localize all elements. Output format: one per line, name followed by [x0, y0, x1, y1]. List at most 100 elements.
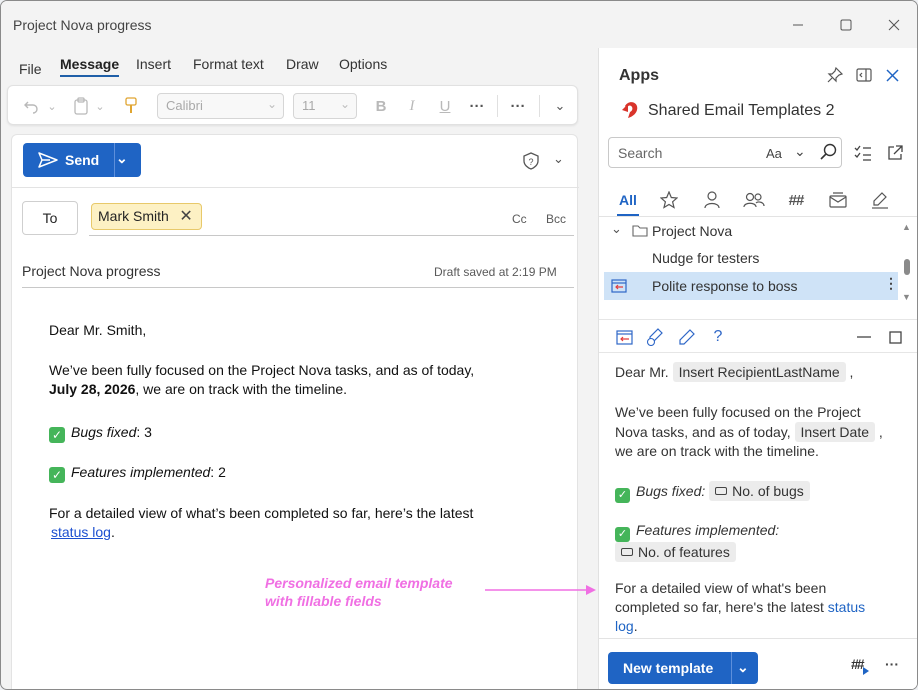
search-button[interactable] [820, 143, 838, 164]
tab-email-templates[interactable] [825, 187, 851, 213]
send-divider [114, 143, 115, 177]
new-template-divider [731, 652, 732, 684]
search-icon [820, 143, 837, 160]
new-template-label: New template [623, 660, 714, 676]
pencil-icon [679, 329, 695, 345]
tab-favorites[interactable] [656, 187, 682, 213]
subject-underline [22, 287, 574, 288]
share-template-button[interactable] [644, 326, 666, 348]
undo-button[interactable] [18, 94, 44, 118]
underline-button[interactable]: U [434, 94, 456, 118]
sensitivity-button[interactable]: ? [522, 152, 544, 172]
envelope-icon [829, 192, 847, 208]
match-case-button[interactable]: Aa [766, 146, 782, 161]
more-vertical-icon[interactable]: ⋮ [884, 275, 898, 292]
new-template-button[interactable]: New template ⌄ [608, 652, 758, 684]
send-label: Send [65, 152, 100, 168]
font-size-select[interactable]: 11 ⌄ [293, 93, 357, 119]
tab-shared[interactable] [741, 187, 767, 213]
more-options-icon[interactable]: ··· [885, 656, 899, 672]
collapse-preview-button[interactable] [853, 326, 875, 348]
field-no-of-bugs-label: No. of bugs [732, 483, 804, 499]
dock-button[interactable] [853, 64, 875, 86]
more-options-button[interactable]: ··· [507, 94, 529, 118]
template-list-scrollbar[interactable]: ▲ ▼ [901, 222, 913, 308]
open-external-button[interactable] [884, 142, 906, 164]
to-underline [89, 235, 574, 236]
sensitivity-dropdown-icon[interactable]: ⌄ [553, 151, 564, 167]
cc-button[interactable]: Cc [512, 212, 527, 226]
format-painter-button[interactable] [120, 94, 142, 118]
menu-format-text[interactable]: Format text [193, 56, 264, 72]
expand-preview-button[interactable] [884, 326, 906, 348]
paste-button[interactable] [70, 94, 92, 118]
menu-insert[interactable]: Insert [136, 56, 171, 72]
help-icon[interactable]: ? [707, 326, 729, 348]
scroll-thumb[interactable] [904, 259, 910, 275]
field-recipient-lastname[interactable]: Insert RecipientLastName [672, 362, 846, 382]
italic-button[interactable]: I [401, 94, 423, 118]
fillable-fields-button[interactable]: ## [851, 656, 871, 678]
star-icon [660, 191, 678, 209]
menu-draw[interactable]: Draw [286, 56, 319, 72]
pen-globe-icon [646, 328, 663, 346]
menu-message[interactable]: Message [60, 56, 120, 77]
addin-name: Shared Email Templates 2 [648, 102, 835, 119]
chevron-down-icon[interactable]: ⌄ [116, 150, 128, 167]
scroll-down-icon[interactable]: ▼ [902, 292, 911, 302]
template-item-selected[interactable]: Polite response to boss ⋮ [604, 272, 898, 300]
status-log-link[interactable]: status log [51, 524, 111, 540]
close-window-button[interactable] [882, 13, 906, 37]
tab-fields-icon[interactable]: ## [783, 187, 809, 213]
subject-field[interactable]: Project Nova progress [22, 263, 161, 279]
tab-signatures[interactable] [867, 187, 893, 213]
signature-pen-icon [872, 192, 888, 209]
maximize-button[interactable] [834, 13, 858, 37]
draft-status: Draft saved at 2:19 PM [434, 265, 557, 279]
pin-button[interactable] [824, 64, 846, 86]
close-panel-button[interactable] [881, 64, 903, 86]
paste-dropdown-icon[interactable]: ⌄ [94, 94, 106, 118]
preview-log-link[interactable]: log [615, 618, 634, 634]
send-button[interactable]: Send ⌄ [23, 143, 141, 177]
edit-template-button[interactable] [676, 326, 698, 348]
insert-template-button[interactable] [613, 326, 635, 348]
email-paragraph-2: For a detailed view of what’s been compl… [49, 504, 519, 542]
search-options-chevron-icon[interactable]: ⌄ [794, 143, 806, 160]
more-format-button[interactable]: ··· [466, 94, 488, 118]
menu-options[interactable]: Options [339, 56, 387, 72]
select-mode-button[interactable] [852, 142, 874, 164]
remove-recipient-icon[interactable]: ✕ [179, 206, 192, 226]
font-family-select[interactable]: Calibri ⌄ [157, 93, 284, 119]
close-icon [888, 19, 900, 31]
pin-icon [827, 67, 843, 83]
template-item[interactable]: Nudge for testers [604, 244, 898, 272]
field-no-of-features[interactable]: No. of features [615, 542, 736, 562]
field-insert-date[interactable]: Insert Date [794, 422, 875, 442]
checkmark-icon: ✓ [615, 527, 630, 542]
menu-file[interactable]: File [19, 61, 42, 77]
recipient-chip[interactable]: Mark Smith ✕ [91, 203, 202, 230]
preview-status-link[interactable]: status [828, 599, 865, 615]
preview-paragraph-1: We’ve been fully focused on the Project … [615, 403, 895, 461]
template-search[interactable]: Search Aa ⌄ [608, 137, 842, 168]
chevron-down-icon[interactable]: ⌄ [737, 659, 749, 676]
tab-my-templates[interactable] [699, 187, 725, 213]
tab-all[interactable]: All [615, 187, 641, 216]
folder-row[interactable]: ⌄ Project Nova [604, 217, 898, 245]
title-bar: Project Nova progress [1, 1, 917, 49]
undo-dropdown-icon[interactable]: ⌄ [46, 94, 58, 118]
bcc-button[interactable]: Bcc [546, 212, 566, 226]
ribbon-expand-button[interactable]: ⌄ [551, 94, 569, 118]
ribbon-divider [539, 95, 540, 117]
scroll-up-icon[interactable]: ▲ [902, 222, 911, 232]
minimize-button[interactable] [786, 13, 810, 37]
panel-title: Apps [619, 67, 659, 84]
bugs-value: : 3 [136, 424, 152, 440]
email-paragraph-1: We’ve been fully focused on the Project … [49, 361, 509, 399]
to-button[interactable]: To [22, 201, 78, 235]
bold-button[interactable]: B [370, 94, 392, 118]
field-no-of-bugs[interactable]: No. of bugs [709, 481, 810, 501]
undo-icon [24, 101, 38, 114]
chevron-down-icon[interactable]: ⌄ [611, 221, 622, 237]
